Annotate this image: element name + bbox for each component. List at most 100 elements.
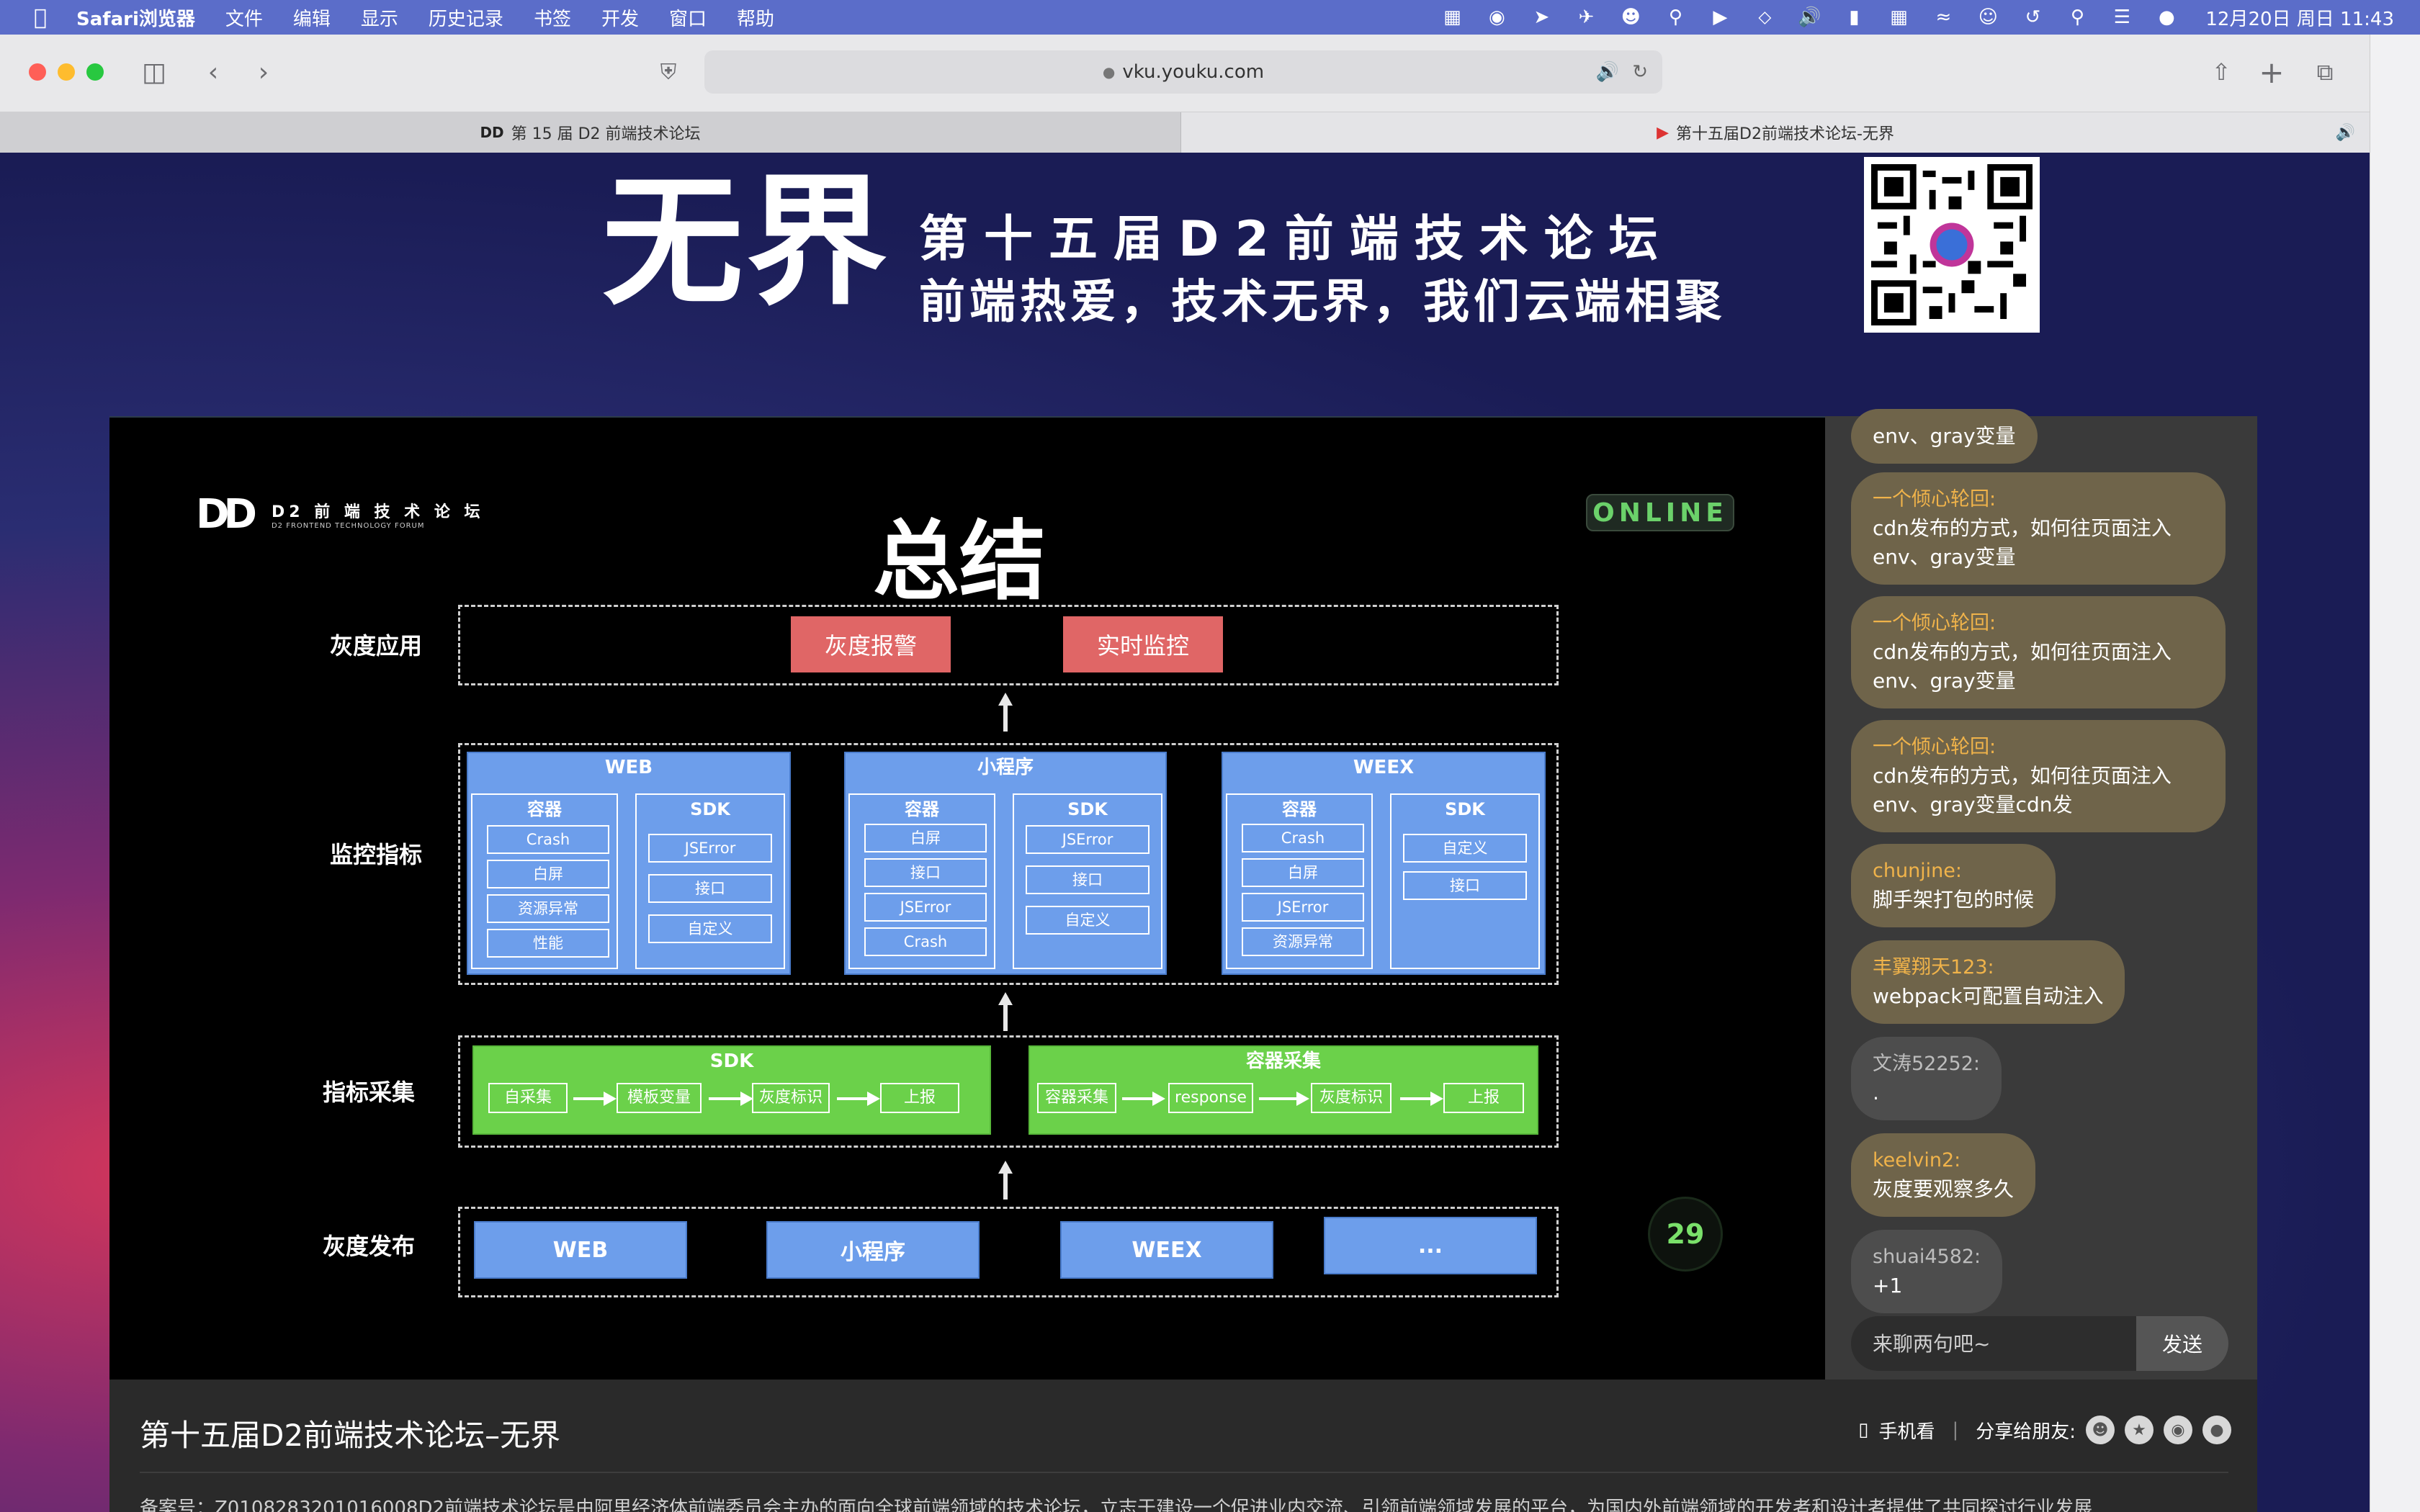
address-bar[interactable]: ● vku.youku.com 🔊 ↻ bbox=[704, 50, 1662, 94]
volume-icon[interactable]: 🔊 bbox=[1796, 4, 1822, 30]
tab-label: 第十五届D2前端技术论坛-无界 bbox=[1676, 125, 1894, 143]
wifi-icon[interactable]: ≈ bbox=[1930, 4, 1956, 30]
weex-container-box: 容器 Crash 白屏 JSError 资源异常 bbox=[1226, 793, 1373, 969]
audio-playing-icon[interactable]: 🔊 bbox=[1596, 61, 1619, 83]
divider bbox=[140, 1472, 2228, 1473]
mobile-icon[interactable]: ▯ bbox=[1858, 1419, 1868, 1441]
row-label-monitor: 监控指标 bbox=[330, 841, 423, 868]
arrow-right-icon bbox=[837, 1092, 880, 1106]
control-center-icon[interactable]: ☰ bbox=[2109, 4, 2135, 30]
qr-code-icon bbox=[1864, 157, 2040, 333]
tab-audio-icon[interactable]: 🔊 bbox=[2336, 124, 2355, 142]
send-icon[interactable]: ➤ bbox=[1528, 4, 1554, 30]
menu-file[interactable]: 文件 bbox=[225, 4, 263, 31]
grid-icon[interactable]: ▦ bbox=[1439, 4, 1465, 30]
release-more-box: ... bbox=[1324, 1217, 1537, 1274]
forward-icon[interactable]: › bbox=[249, 56, 278, 88]
play-icon[interactable]: ▶ bbox=[1707, 4, 1733, 30]
record-description: 备案号：Z0108283201016008D2前端技术论坛是由阿里经济体前端委员… bbox=[140, 1498, 2093, 1512]
menu-edit[interactable]: 编辑 bbox=[293, 4, 331, 31]
arrow-up-icon bbox=[998, 1161, 1013, 1200]
chat-message: 一个倾心轮回: cdn发布的方式，如何往页面注入env、gray变量 bbox=[1851, 596, 2226, 708]
bluetooth-icon[interactable]: ⬦ bbox=[1752, 4, 1778, 30]
collect-container-panel: 容器采集 容器采集 response 灰度标识 上报 bbox=[1028, 1045, 1538, 1135]
web-page: 无界 第十五届D2前端技术论坛 前端热爱，技术无界，我们云端相聚 DD D2 前… bbox=[0, 153, 2370, 1512]
tab-label: 第 15 届 D2 前端技术论坛 bbox=[511, 125, 701, 143]
tab-overview-icon[interactable]: ⧉ bbox=[2309, 56, 2341, 88]
circle-app-icon[interactable]: ◉ bbox=[1484, 4, 1510, 30]
mini-sdk-box: SDK JSError 接口 自定义 bbox=[1013, 793, 1162, 969]
menu-help[interactable]: 帮助 bbox=[737, 4, 774, 31]
time-machine-icon[interactable]: ↺ bbox=[2020, 4, 2045, 30]
weibo-share-icon[interactable]: ◉ bbox=[2164, 1416, 2192, 1444]
privacy-shield-icon[interactable]: ⛨ bbox=[653, 56, 684, 88]
status-area: ▦ ◉ ➤ ✈ ☻ ⚲ ▶ ⬦ 🔊 ▮ ▦ ≈ ☺ ↺ ⚲ ☰ ● 12月20日… bbox=[1439, 0, 2394, 35]
zoom-window-button[interactable] bbox=[86, 63, 104, 81]
platform-miniprogram: 小程序 容器 白屏 接口 JSError Crash SDK JSError 接… bbox=[844, 752, 1167, 975]
slide-page-number: 29 bbox=[1648, 1197, 1723, 1272]
chat-message: shuai4582: +1 bbox=[1851, 1230, 2003, 1313]
sidebar-icon[interactable]: ◫ bbox=[138, 56, 170, 88]
video-info-bar: 第十五届D2前端技术论坛–无界 ▯ 手机看 | 分享给朋友: ☻ ★ ◉ ● 备… bbox=[109, 1380, 2257, 1512]
video-player[interactable]: DD D2 前 端 技 术 论 坛 D2 FRONTEND TECHNOLOGY… bbox=[109, 416, 1825, 1380]
arrow-right-icon bbox=[1400, 1092, 1443, 1106]
siri-icon[interactable]: ● bbox=[2154, 4, 2179, 30]
chat-input[interactable] bbox=[1851, 1316, 2136, 1371]
send-button[interactable]: 发送 bbox=[2136, 1316, 2228, 1371]
qq-share-icon[interactable]: ● bbox=[2202, 1416, 2231, 1444]
slide-title: 总结 bbox=[873, 512, 1046, 612]
presentation-slide: DD D2 前 端 技 术 论 坛 D2 FRONTEND TECHNOLOGY… bbox=[109, 448, 1825, 1369]
menu-window[interactable]: 窗口 bbox=[669, 4, 707, 31]
online-badge: ONLINE bbox=[1586, 494, 1734, 531]
reload-icon[interactable]: ↻ bbox=[1632, 61, 1648, 83]
lock-icon: ● bbox=[1102, 63, 1116, 81]
realtime-monitor-box: 实时监控 bbox=[1063, 616, 1223, 672]
background-window-edge bbox=[2370, 35, 2420, 1512]
menu-develop[interactable]: 开发 bbox=[601, 4, 639, 31]
search-app-icon[interactable]: ⚲ bbox=[1662, 4, 1688, 30]
wechat-icon[interactable]: ☻ bbox=[1618, 4, 1644, 30]
macos-menu-bar:  Safari浏览器 文件 编辑 显示 历史记录 书签 开发 窗口 帮助 ▦ … bbox=[0, 0, 2420, 35]
release-weex-box: WEEX bbox=[1060, 1221, 1273, 1279]
tab-d2-forum[interactable]: DD 第 15 届 D2 前端技术论坛 bbox=[0, 112, 1181, 153]
youku-favicon-icon: ▶ bbox=[1657, 123, 1670, 142]
arrow-right-icon bbox=[1259, 1092, 1309, 1106]
banner-slogan: 前端热爱，技术无界，我们云端相聚 bbox=[919, 276, 1726, 329]
banner-logo-text: 无界 bbox=[602, 161, 891, 325]
menu-view[interactable]: 显示 bbox=[361, 4, 398, 31]
browser-toolbar: ◫ ‹ › ⛨ ● vku.youku.com 🔊 ↻ ⇧ + ⧉ bbox=[0, 35, 2370, 112]
menu-history[interactable]: 历史记录 bbox=[429, 4, 503, 31]
paper-plane-icon[interactable]: ✈ bbox=[1573, 4, 1599, 30]
wechat-share-icon[interactable]: ☻ bbox=[2086, 1416, 2115, 1444]
spotlight-icon[interactable]: ⚲ bbox=[2064, 4, 2090, 30]
platform-web: WEB 容器 Crash 白屏 资源异常 性能 SDK JSError 接口 自… bbox=[467, 752, 791, 975]
new-tab-icon[interactable]: + bbox=[2257, 55, 2286, 90]
arrow-up-icon bbox=[998, 693, 1013, 732]
battery-icon[interactable]: ▮ bbox=[1841, 4, 1867, 30]
banner: 无界 第十五届D2前端技术论坛 前端热爱，技术无界，我们云端相聚 bbox=[602, 161, 1783, 329]
video-title: 第十五届D2前端技术论坛–无界 bbox=[140, 1418, 561, 1453]
url-text: vku.youku.com bbox=[1122, 61, 1265, 83]
chat-message: 一个倾心轮回: cdn发布的方式，如何往页面注入env、gray变量 bbox=[1851, 472, 2226, 585]
share-area: ▯ 手机看 | 分享给朋友: ☻ ★ ◉ ● bbox=[1858, 1416, 2231, 1444]
weex-sdk-box: SDK 自定义 接口 bbox=[1390, 793, 1540, 969]
close-window-button[interactable] bbox=[29, 63, 46, 81]
arrow-right-icon bbox=[573, 1092, 617, 1106]
chat-message: keelvin2: 灰度要观察多久 bbox=[1851, 1133, 2036, 1217]
mobile-watch-link[interactable]: 手机看 bbox=[1878, 1417, 1935, 1444]
arrow-up-icon bbox=[998, 992, 1013, 1031]
qzone-share-icon[interactable]: ★ bbox=[2125, 1416, 2154, 1444]
tab-d2-wujie[interactable]: ▶ 第十五届D2前端技术论坛-无界 🔊 bbox=[1181, 112, 2370, 153]
input-method-icon[interactable]: ▦ bbox=[1886, 4, 1912, 30]
minimize-window-button[interactable] bbox=[58, 63, 75, 81]
user-icon[interactable]: ☺ bbox=[1975, 4, 2001, 30]
clock[interactable]: 12月20日 周日 11:43 bbox=[2205, 4, 2394, 31]
release-miniprogram-box: 小程序 bbox=[766, 1221, 980, 1279]
share-icon[interactable]: ⇧ bbox=[2207, 56, 2236, 88]
web-container-box: 容器 Crash 白屏 资源异常 性能 bbox=[471, 793, 618, 969]
back-icon[interactable]: ‹ bbox=[199, 56, 228, 88]
apple-icon[interactable]:  bbox=[30, 5, 50, 30]
platform-weex: WEEX 容器 Crash 白屏 JSError 资源异常 SDK 自定义 接口 bbox=[1222, 752, 1546, 975]
menu-app-safari[interactable]: Safari浏览器 bbox=[76, 4, 195, 31]
menu-bookmarks[interactable]: 书签 bbox=[534, 4, 571, 31]
